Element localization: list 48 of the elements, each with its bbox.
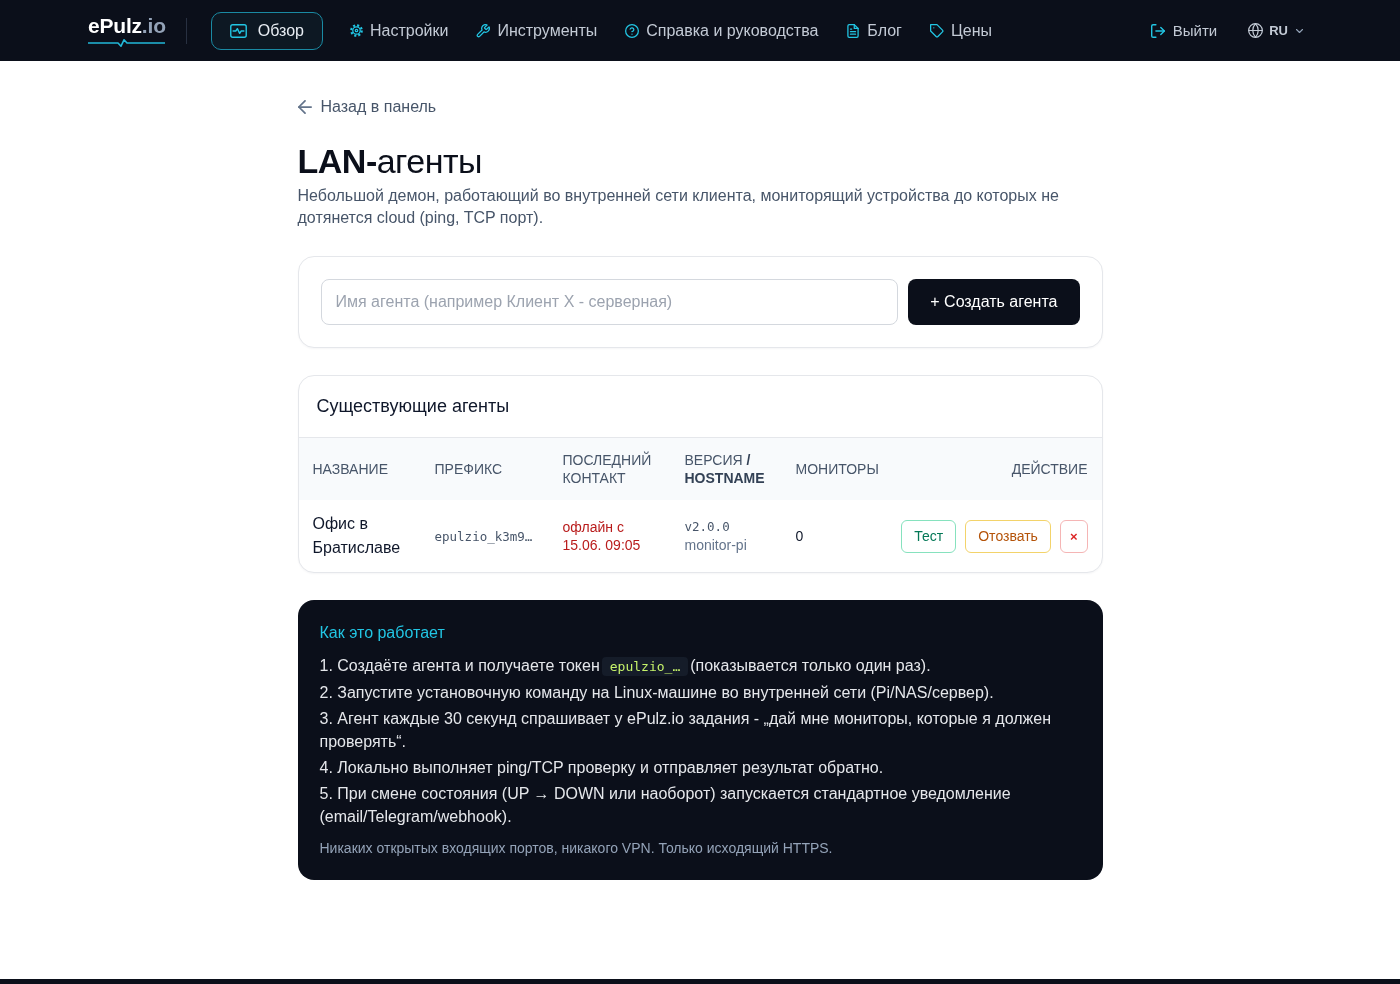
back-link[interactable]: Назад в панель [297,97,437,117]
nav-tab[interactable]: Блог [845,11,903,50]
tag-icon [929,23,944,38]
nav-tab[interactable]: Инструменты [475,11,599,50]
footnote-text: Никаких открытых входящих портов, никакого VPN. Только исходящий HTTPS. [319,839,834,858]
panel-title: Как это работает [319,623,446,643]
column-header: ВЕРСИЯ / HOSTNAME [670,437,782,500]
column-header: ДЕЙСТВИЕ [896,437,1102,500]
column-header: НАЗВАНИЕ [298,437,421,500]
step-text: 5. При смене состояния (UP → DOWN или наоборот) запускается стандартное уведомление (email/Telegram/webhook). [319,784,1012,827]
logout-icon [1150,23,1165,38]
nav-tab[interactable]: Обзор [210,11,323,50]
arrow-left-icon [297,100,312,114]
globe-icon [1248,23,1264,38]
language-button[interactable]: RU [1248,23,1303,38]
hostname-text: monitor-pi [684,536,748,554]
revoke-button[interactable]: Отозвать [965,519,1051,553]
caret-icon [1296,28,1303,33]
settings-icon [350,24,363,37]
help-icon [625,23,640,38]
delete-button[interactable]: × [1059,519,1088,553]
nav-tab[interactable]: Цены [928,11,993,50]
agent-name-field[interactable]: Имя агента (например Клиент X - серверная) [320,279,899,325]
step-text: 2. Запустите установочную команду на Linux-машине во внутренней сети (Pi/NAS/сервер). [319,683,995,703]
document-icon [846,23,861,38]
create-agent-button[interactable]: + Создать агента [908,279,1080,325]
table-cell: Офис в Братиславе [298,500,421,572]
logout-button[interactable]: Выйти [1150,22,1218,39]
version-text: v2.0.0 [684,518,731,536]
nav-tab[interactable]: Справка и руководства [624,11,820,50]
monitor-pulse-icon [229,23,247,38]
column-header: ПРЕФИКС [420,437,549,500]
table-cell: epulzio_k3m9… [420,500,549,572]
pulse-line-icon [88,39,165,47]
page-title: LAN-агенты [297,141,483,181]
step-text: 1. Создаёте агента и получаете токен epulzio_… (показывается только один раз). [319,656,932,678]
logo-link[interactable]: ePulz.io [88,14,166,38]
test-button[interactable]: Тест [901,519,957,553]
step-text: 3. Агент каждые 30 секунд спрашивает у ePulz.io задания - „дай мне мониторы, которые я должен проверять“. [319,709,1052,752]
page-description: Небольшой демон, работающий во внутренней сети клиента, мониторящий устройства до которых не дотянется cloud (ping, TCP порт). [297,186,1060,228]
status-text: офлайн с 15.06. 09:05 [548,500,671,572]
nav-tab[interactable]: Настройки [349,11,450,50]
card-title: Существующие агенты [315,395,511,418]
step-text: 4. Локально выполняет ping/TCP проверку и отправляет результат обратно. [319,758,885,778]
wrench-icon [476,23,491,38]
table-cell: 0 [781,500,897,572]
column-header: МОНИТОРЫ [781,437,897,500]
column-header: ПОСЛЕДНИЙ КОНТАКТ [548,437,671,500]
